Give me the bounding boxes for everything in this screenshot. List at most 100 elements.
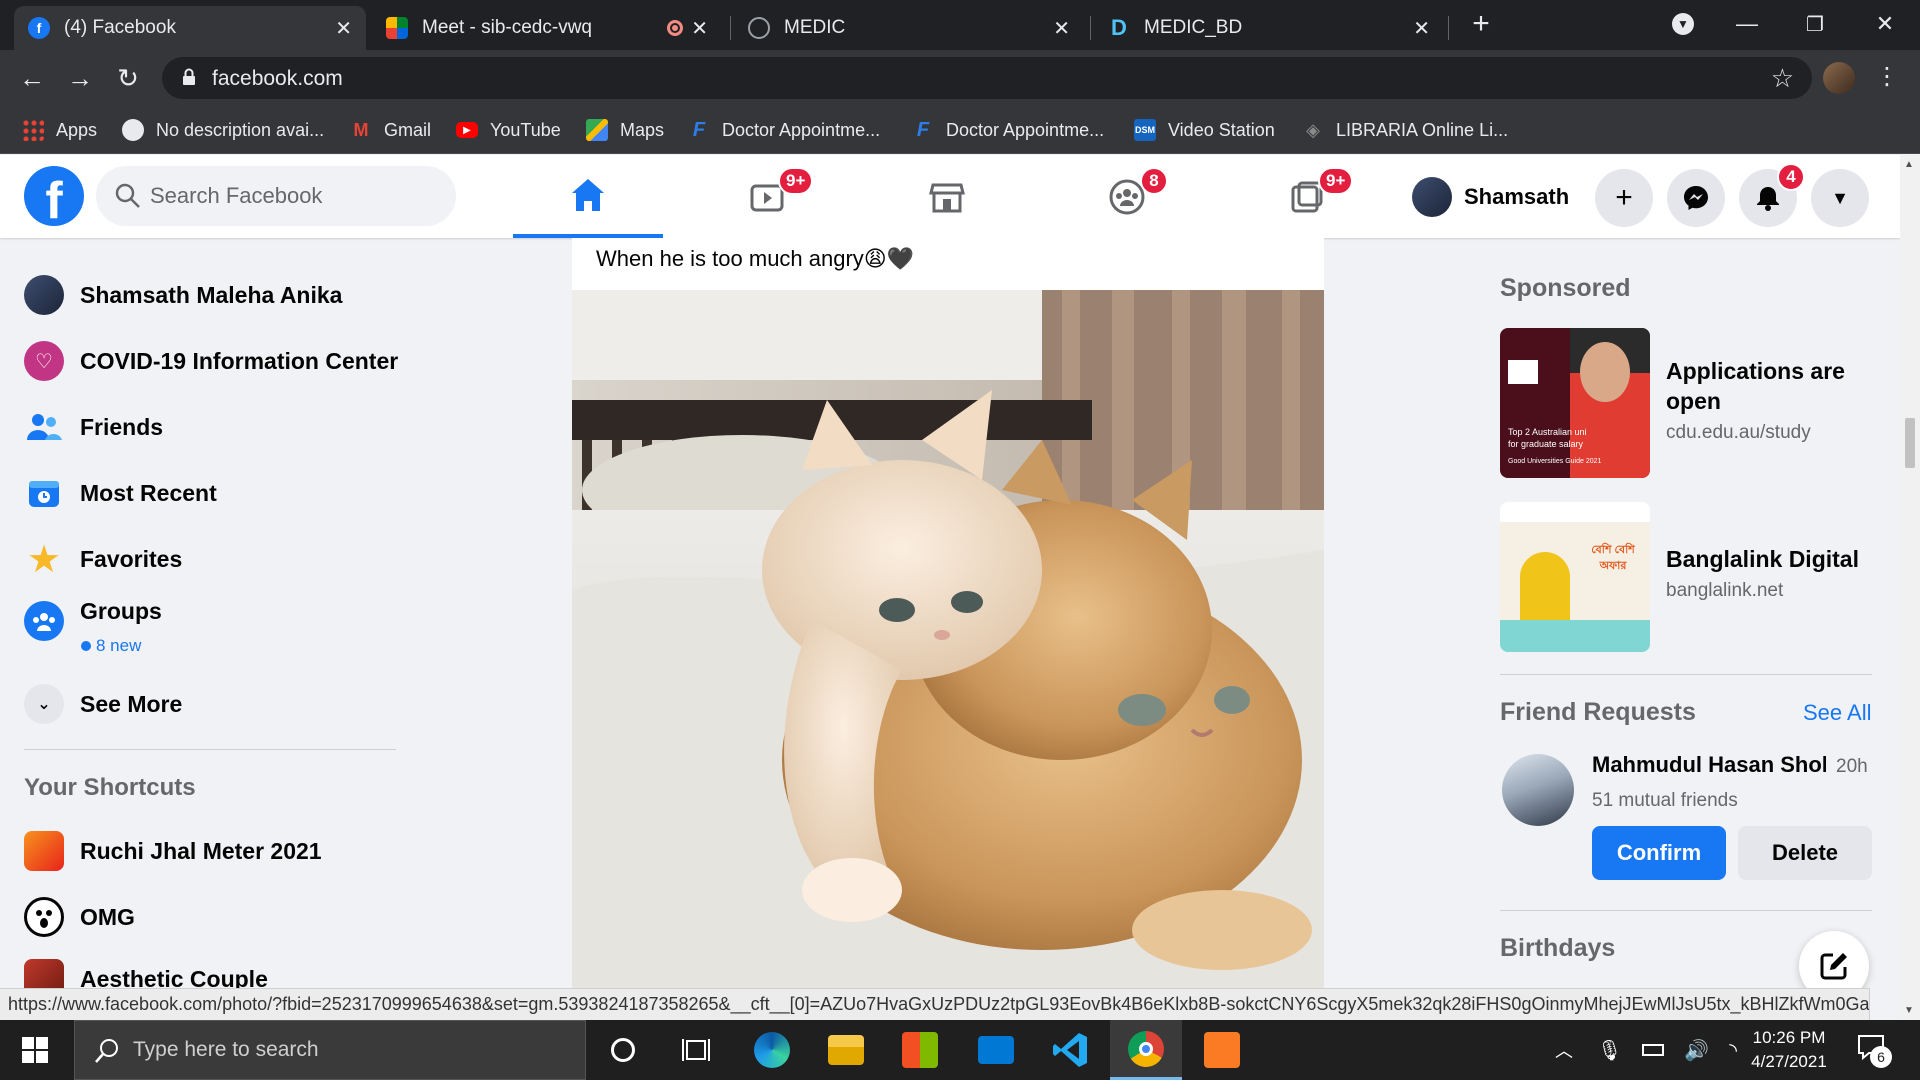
sidebar-item-friends[interactable]: Friends: [24, 402, 163, 452]
bookmark-label: Video Station: [1168, 119, 1275, 140]
sidebar-item-favorites[interactable]: ★ Favorites: [24, 534, 182, 584]
profile-shortcut[interactable]: Shamsath: [1412, 169, 1569, 225]
shortcuts-heading: Your Shortcuts: [24, 774, 196, 801]
bookmarks-bar: Apps No description avai... M Gmail ▶ Yo…: [0, 106, 1920, 154]
nav-gaming[interactable]: 9+: [1232, 155, 1382, 238]
bookmark-gmail[interactable]: M Gmail: [350, 116, 432, 144]
notifications-badge: 4: [1777, 163, 1805, 191]
shortcut-label: Ruchi Jhal Meter 2021: [80, 837, 322, 864]
taskbar-app-xampp[interactable]: [1186, 1020, 1258, 1080]
shortcut-item[interactable]: Ruchi Jhal Meter 2021: [24, 826, 322, 876]
see-more-button[interactable]: ⌄ See More: [24, 679, 182, 729]
taskbar-app-explorer[interactable]: [810, 1020, 882, 1080]
close-tab-icon[interactable]: ✕: [1413, 16, 1430, 41]
friend-request-name[interactable]: Mahmudul Hasan Shoh: [1592, 752, 1826, 778]
close-tab-icon[interactable]: ✕: [335, 16, 352, 41]
search-icon: [115, 183, 140, 208]
taskbar-app-vscode[interactable]: [1034, 1020, 1106, 1080]
ad-face-graphic: [1580, 342, 1630, 402]
gaming-badge: 9+: [1318, 167, 1354, 195]
taskbar-app-edge[interactable]: [736, 1020, 808, 1080]
chevron-up-icon[interactable]: ︿: [1555, 1037, 1573, 1063]
sidebar-item-label: COVID-19 Information Center: [80, 347, 399, 374]
action-center-button[interactable]: 6: [1856, 1032, 1896, 1068]
task-view-button[interactable]: [660, 1020, 732, 1080]
account-menu-button[interactable]: ▼: [1811, 169, 1869, 227]
tab-search-icon[interactable]: ▼: [1660, 4, 1706, 44]
taskbar-app-mail[interactable]: [960, 1020, 1032, 1080]
search-input[interactable]: Search Facebook: [96, 166, 456, 226]
ad-image[interactable]: বেশি বেশি অফার: [1500, 502, 1650, 652]
messenger-button[interactable]: [1667, 169, 1725, 227]
scroll-up-icon[interactable]: ▲: [1904, 159, 1914, 170]
taskbar-search-input[interactable]: Type here to search: [74, 1020, 586, 1080]
ad-image-caption: Top 2 Australian uni: [1508, 427, 1587, 437]
avatar[interactable]: [1502, 754, 1574, 826]
sidebar-item-profile[interactable]: Shamsath Maleha Anika: [24, 270, 342, 320]
tab-medic-bd[interactable]: D MEDIC_BD ✕: [1094, 6, 1444, 50]
watch-badge: 9+: [778, 167, 814, 195]
avatar: [1412, 177, 1452, 217]
sidebar-item-covid[interactable]: ♡ COVID-19 Information Center: [24, 336, 398, 386]
bookmark-libraria[interactable]: ◈ LIBRARIA Online Li...: [1302, 116, 1508, 144]
nav-home[interactable]: [513, 155, 663, 238]
bookmark-doctor-2[interactable]: F Doctor Appointme...: [912, 116, 1104, 144]
bookmark-star-icon[interactable]: ☆: [1771, 63, 1794, 94]
birthdays-heading: Birthdays: [1500, 934, 1616, 962]
nav-groups[interactable]: 8: [1052, 155, 1202, 238]
minimize-icon[interactable]: —: [1724, 4, 1770, 44]
more-menu-icon[interactable]: ⋮: [1875, 62, 1899, 92]
divider: [1500, 910, 1872, 911]
post-photo[interactable]: [572, 290, 1324, 988]
back-icon[interactable]: ←: [14, 60, 50, 96]
confirm-button[interactable]: Confirm: [1592, 826, 1726, 880]
bookmark-youtube[interactable]: ▶ YouTube: [456, 116, 561, 144]
facebook-logo-icon[interactable]: f: [24, 166, 84, 226]
create-plus-button[interactable]: +: [1595, 169, 1653, 227]
shortcut-item[interactable]: OMG: [24, 892, 135, 942]
bookmark-label: Doctor Appointme...: [946, 119, 1105, 140]
ad-image[interactable]: Top 2 Australian uni for graduate salary…: [1500, 328, 1650, 478]
volume-icon[interactable]: 🔊: [1684, 1038, 1709, 1063]
delete-button[interactable]: Delete: [1738, 826, 1872, 880]
close-tab-icon[interactable]: ✕: [1053, 16, 1070, 41]
tab-title: MEDIC: [784, 17, 846, 38]
restore-icon[interactable]: ❐: [1792, 4, 1838, 44]
taskbar-app-store[interactable]: [884, 1020, 956, 1080]
close-tab-icon[interactable]: ✕: [691, 16, 708, 41]
ad-title[interactable]: Applications are open: [1666, 356, 1866, 416]
bookmark-maps[interactable]: Maps: [586, 116, 664, 144]
notifications-button[interactable]: 4: [1739, 163, 1805, 227]
scroll-down-icon[interactable]: ▼: [1904, 1005, 1914, 1016]
reload-icon[interactable]: ↻: [110, 60, 146, 96]
ad-title[interactable]: Banglalink Digital: [1666, 544, 1886, 574]
tab-facebook[interactable]: f (4) Facebook ✕: [14, 6, 366, 50]
close-window-icon[interactable]: ✕: [1862, 4, 1908, 44]
store-icon: [902, 1032, 938, 1068]
battery-icon[interactable]: [1642, 1044, 1665, 1056]
folder-icon: [828, 1035, 864, 1065]
microphone-icon[interactable]: 🎙: [1597, 1038, 1622, 1063]
new-tab-button[interactable]: +: [1458, 4, 1504, 44]
scroll-thumb[interactable]: [1905, 418, 1915, 468]
tab-medic[interactable]: MEDIC ✕: [734, 6, 1084, 50]
cortana-button[interactable]: [587, 1020, 659, 1080]
sidebar-item-label: Favorites: [80, 545, 183, 572]
tab-meet[interactable]: Meet - sib-cedc-vwq ✕: [372, 6, 722, 50]
bookmark-no-description[interactable]: No description avai...: [122, 116, 324, 144]
taskbar-app-chrome[interactable]: [1110, 1020, 1182, 1080]
vertical-scrollbar[interactable]: ▲ ▼: [1900, 155, 1920, 1020]
address-bar[interactable]: facebook.com ☆: [162, 57, 1812, 99]
see-all-link[interactable]: See All: [1803, 700, 1872, 726]
forward-icon[interactable]: →: [62, 60, 98, 96]
bookmark-doctor-1[interactable]: F Doctor Appointme...: [688, 116, 880, 144]
gmail-icon: M: [353, 119, 369, 140]
sidebar-item-most-recent[interactable]: Most Recent: [24, 468, 217, 518]
bookmark-video-station[interactable]: DSM Video Station: [1134, 116, 1275, 144]
start-button[interactable]: [0, 1020, 70, 1080]
bookmark-apps[interactable]: Apps: [22, 116, 97, 144]
taskbar-clock[interactable]: 10:26 PM 4/27/2021: [1734, 1026, 1844, 1074]
nav-watch[interactable]: 9+: [692, 155, 842, 238]
chrome-profile-avatar[interactable]: [1823, 62, 1855, 94]
nav-marketplace[interactable]: [872, 155, 1022, 238]
